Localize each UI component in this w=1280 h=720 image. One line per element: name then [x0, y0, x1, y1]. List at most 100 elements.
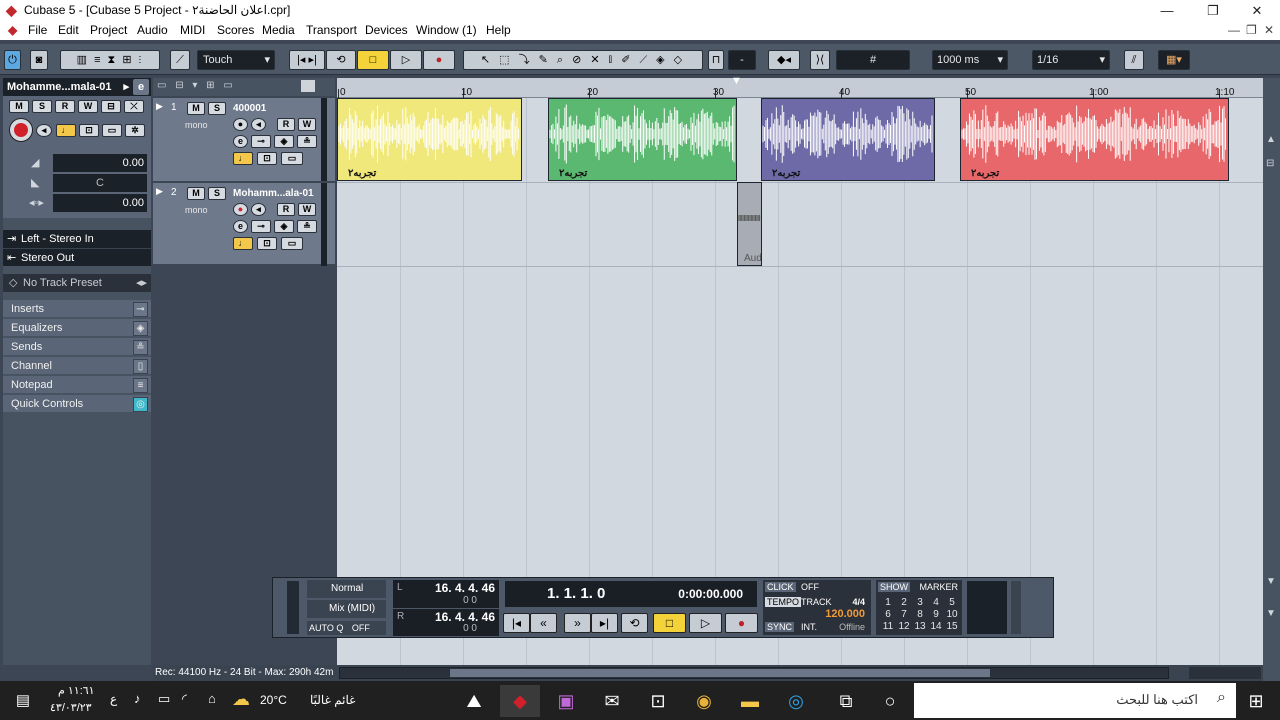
cycle-icon[interactable]: ⟲: [326, 50, 356, 70]
lanes-icon[interactable]: ▭: [281, 152, 303, 165]
doc-minimize-icon[interactable]: —: [1228, 23, 1240, 37]
marker-2-button[interactable]: 2: [896, 597, 912, 608]
menu-scores[interactable]: Scores: [217, 23, 254, 37]
write-button[interactable]: W: [298, 203, 316, 216]
record-enable-button[interactable]: ●: [233, 203, 248, 216]
scroll-down-icon[interactable]: ▼: [1266, 576, 1276, 587]
tempo-toggle[interactable]: TEMPO: [765, 597, 802, 607]
pan-field[interactable]: C: [53, 174, 147, 192]
marker-10-button[interactable]: 10: [944, 609, 960, 620]
marker-14-button[interactable]: 14: [928, 621, 944, 632]
inspector-toggles[interactable]: ▥ ≡ ⧗ ⊞ ⫶: [60, 50, 160, 70]
sends-bypass-icon[interactable]: ≗: [297, 220, 317, 233]
inserts-bypass-icon[interactable]: ⊸: [251, 220, 271, 233]
marker-5-button[interactable]: 5: [944, 597, 960, 608]
lock-icon[interactable]: ⊡: [257, 152, 277, 165]
mute-button[interactable]: M: [9, 100, 29, 113]
section-notepad[interactable]: Notepad ≡: [3, 376, 151, 395]
record-icon[interactable]: ●: [423, 50, 455, 70]
track-name[interactable]: Mohamm...ala-01: [233, 188, 314, 199]
cortana-icon[interactable]: ○: [870, 685, 910, 717]
read-button[interactable]: R: [277, 118, 295, 131]
vertical-scrollbar[interactable]: ▲ ⊟ ▼ ▼: [1263, 78, 1280, 681]
app-menu-icon[interactable]: ◆: [8, 23, 17, 37]
timebase-icon[interactable]: ♩: [233, 152, 253, 165]
taskbar-search-box[interactable]: اكتب هنا للبحث ⌕: [914, 683, 1236, 718]
notification-icon[interactable]: ⌂: [208, 691, 216, 706]
menu-help[interactable]: Help: [486, 23, 511, 37]
zoom-out-icon[interactable]: ▲: [1266, 134, 1276, 145]
position-display[interactable]: 1. 1. 1. 0 0:00:00.000: [505, 581, 757, 607]
track-colors-icon[interactable]: [301, 80, 315, 92]
section-quick-controls[interactable]: Quick Controls ◎: [3, 395, 151, 414]
mute-button[interactable]: M: [187, 102, 205, 115]
automation-mode-select[interactable]: Touch ▾: [197, 50, 275, 70]
edit-channel-icon[interactable]: e: [233, 220, 248, 233]
mail-icon[interactable]: ✉: [592, 685, 632, 717]
record-icon[interactable]: ●: [725, 613, 758, 633]
marker-13-button[interactable]: 13: [912, 621, 928, 632]
sends-bypass-icon[interactable]: ≗: [297, 135, 317, 148]
lock-icon[interactable]: ⊡: [79, 124, 99, 137]
output-routing[interactable]: ⇤ Stereo Out: [3, 248, 151, 266]
marker-1-button[interactable]: 1: [880, 597, 896, 608]
scroll-up-icon[interactable]: ⊟: [1266, 158, 1274, 169]
grid-icon[interactable]: #: [836, 50, 910, 70]
language-indicator[interactable]: ع: [110, 692, 117, 706]
show-markers-button[interactable]: SHOW: [878, 582, 910, 592]
monitor-button[interactable]: ◂: [251, 118, 266, 131]
read-button[interactable]: R: [277, 203, 295, 216]
inserts-bypass-icon[interactable]: ⊸: [251, 135, 271, 148]
timebase-icon[interactable]: ♩: [233, 237, 253, 250]
write-button[interactable]: W: [78, 100, 98, 113]
audio-event-5[interactable]: Aud: [737, 182, 762, 266]
section-inserts[interactable]: Inserts ⊸: [3, 300, 151, 319]
marker-8-button[interactable]: 8: [912, 609, 928, 620]
marker-15-button[interactable]: 15: [944, 621, 960, 632]
monitor-button[interactable]: ◂: [36, 124, 52, 137]
snap-icon[interactable]: ⊓: [708, 50, 724, 70]
menu-window[interactable]: Window (1): [416, 23, 477, 37]
photos-icon[interactable]: ⛰: [454, 685, 494, 717]
menu-transport[interactable]: Transport: [306, 23, 357, 37]
menu-project[interactable]: Project: [90, 23, 127, 37]
forward-icon[interactable]: »: [564, 613, 591, 633]
time-signature[interactable]: 4/4: [852, 597, 865, 607]
snap-to-zero-icon[interactable]: ◆◂: [768, 50, 800, 70]
doc-restore-icon[interactable]: ❐: [1246, 23, 1257, 37]
expand-icon[interactable]: ▶: [156, 101, 163, 112]
automation-icon[interactable]: ⟋: [170, 50, 190, 70]
play-icon[interactable]: ▷: [390, 50, 422, 70]
delay-field[interactable]: 0.00: [53, 194, 147, 212]
eq-bypass-icon[interactable]: ◈: [274, 135, 294, 148]
minimize-button[interactable]: —: [1144, 0, 1190, 21]
edge-icon[interactable]: ◎: [776, 685, 816, 717]
section-sends[interactable]: Sends ≗: [3, 338, 151, 357]
autoq-toggle[interactable]: AUTO Q OFF: [307, 621, 386, 635]
section-equalizers[interactable]: Equalizers ◈: [3, 319, 151, 338]
scroll-thumb[interactable]: [450, 669, 990, 677]
constrain-delay-icon[interactable]: ◙: [30, 50, 48, 70]
cycle-mode-select[interactable]: Mix (MIDI): [307, 600, 386, 618]
settings-icon[interactable]: ✲: [125, 124, 145, 137]
menu-devices[interactable]: Devices: [365, 23, 408, 37]
monitor-button[interactable]: ◂: [251, 203, 266, 216]
stop-icon[interactable]: □: [357, 50, 389, 70]
file-explorer-icon[interactable]: ▬: [730, 685, 770, 717]
action-center-icon[interactable]: ▤: [8, 685, 38, 717]
track-2[interactable]: ▶ 2 M S Mohamm...ala-01 mono ● ◂ R W e ⊸…: [153, 183, 335, 266]
marker-3-button[interactable]: 3: [912, 597, 928, 608]
playhead-marker-icon[interactable]: ▼: [731, 75, 742, 87]
freeze-button[interactable]: ⊟: [101, 100, 121, 113]
right-locator-display[interactable]: R 16. 4. 4. 46 0 0: [393, 609, 499, 636]
windows-start-icon[interactable]: ⊞: [1236, 685, 1276, 717]
solo-button[interactable]: S: [32, 100, 52, 113]
track-list-tools-icon[interactable]: ▭ ⊟ ▾ ⊞ ▭: [157, 80, 236, 91]
audio-event-3[interactable]: تجربه٢: [761, 98, 935, 181]
solo-button[interactable]: S: [208, 102, 226, 115]
track-1[interactable]: ▶ 1 M S 400001 mono ● ◂ R W e ⊸ ◈ ≗ ♩ ⊡ …: [153, 98, 335, 183]
edit-channel-icon[interactable]: e: [233, 135, 248, 148]
timebase-icon[interactable]: ♩: [56, 124, 76, 137]
grid-length-select[interactable]: 1000 ms ▾: [932, 50, 1008, 70]
quantize-setup-icon[interactable]: ⫽: [1124, 50, 1144, 70]
